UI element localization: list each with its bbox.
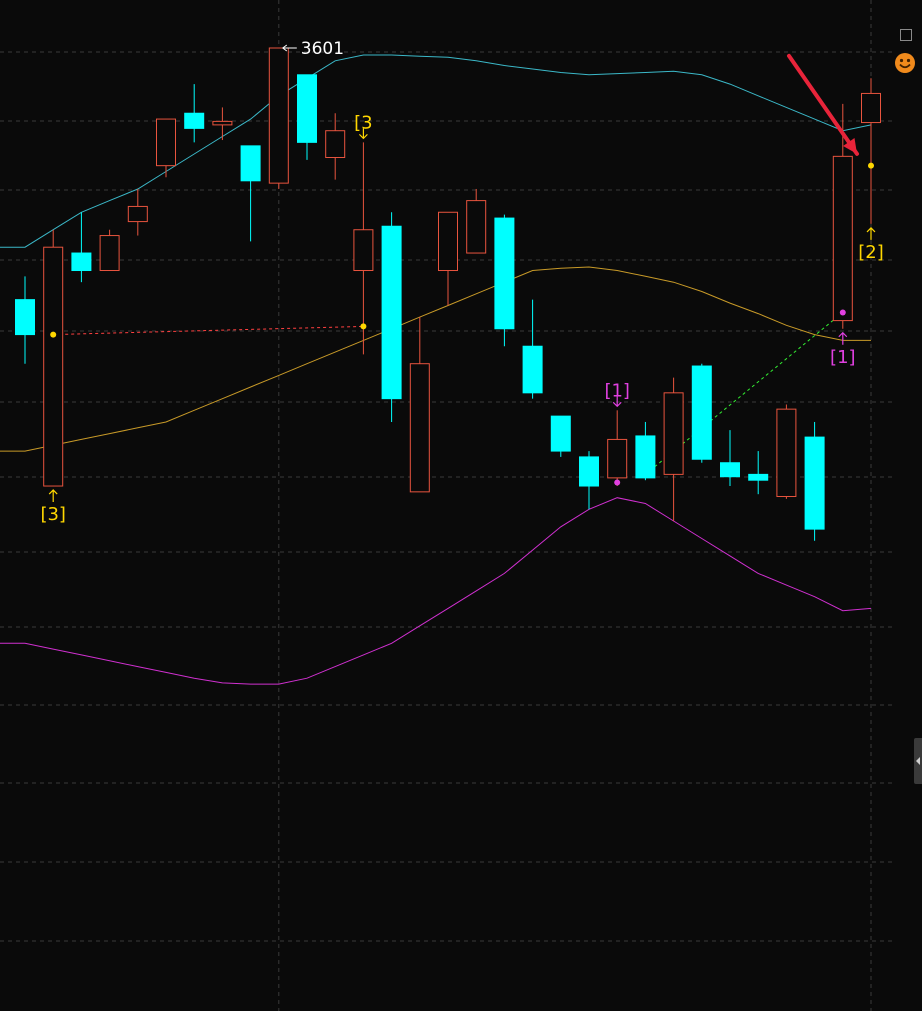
candle-body [438, 211, 458, 272]
signal-dot [50, 331, 57, 338]
candle-body [494, 217, 515, 330]
candle-body [579, 456, 599, 487]
candle-body [240, 145, 261, 182]
marker-label: [1] [830, 347, 856, 368]
candle-body [522, 345, 543, 394]
candle-body [156, 118, 176, 167]
candle-body [381, 225, 402, 400]
candle-body [804, 436, 825, 530]
candle-body [832, 155, 853, 322]
candle-body [325, 130, 346, 159]
candle-body [212, 120, 233, 126]
candlestick-chart: [3][3[1][1][2]3601 [0, 0, 922, 1011]
candle-body [635, 435, 656, 479]
marker-label: [2] [858, 242, 884, 263]
candle-body [15, 299, 35, 336]
marker-label: [3] [40, 504, 66, 525]
candle-body [297, 74, 317, 143]
candle-body [99, 235, 120, 272]
signal-dot [868, 162, 874, 169]
candle-body [550, 415, 571, 452]
candle-body [861, 92, 881, 124]
candle-body [691, 365, 712, 460]
candle-body [776, 408, 797, 498]
candle-body [184, 112, 205, 129]
signal-dot [614, 479, 621, 486]
candle-body [353, 229, 374, 272]
candle-body [663, 392, 684, 475]
high-label: 3601 [301, 39, 344, 59]
signal-dot [839, 309, 846, 316]
candle-body [748, 473, 769, 481]
chart-background [0, 0, 922, 1011]
candle-body [268, 47, 289, 184]
candle-body [127, 205, 148, 223]
candle-body [43, 246, 64, 487]
smiley-icon[interactable] [894, 52, 916, 74]
candle-body [720, 462, 740, 478]
candle-body [409, 363, 430, 493]
collapse-tab-icon[interactable] [914, 738, 922, 784]
square-icon[interactable] [900, 29, 912, 41]
candle-body [466, 200, 487, 254]
candle-body [607, 438, 628, 479]
signal-dot [360, 323, 367, 330]
candle-body [71, 252, 92, 272]
